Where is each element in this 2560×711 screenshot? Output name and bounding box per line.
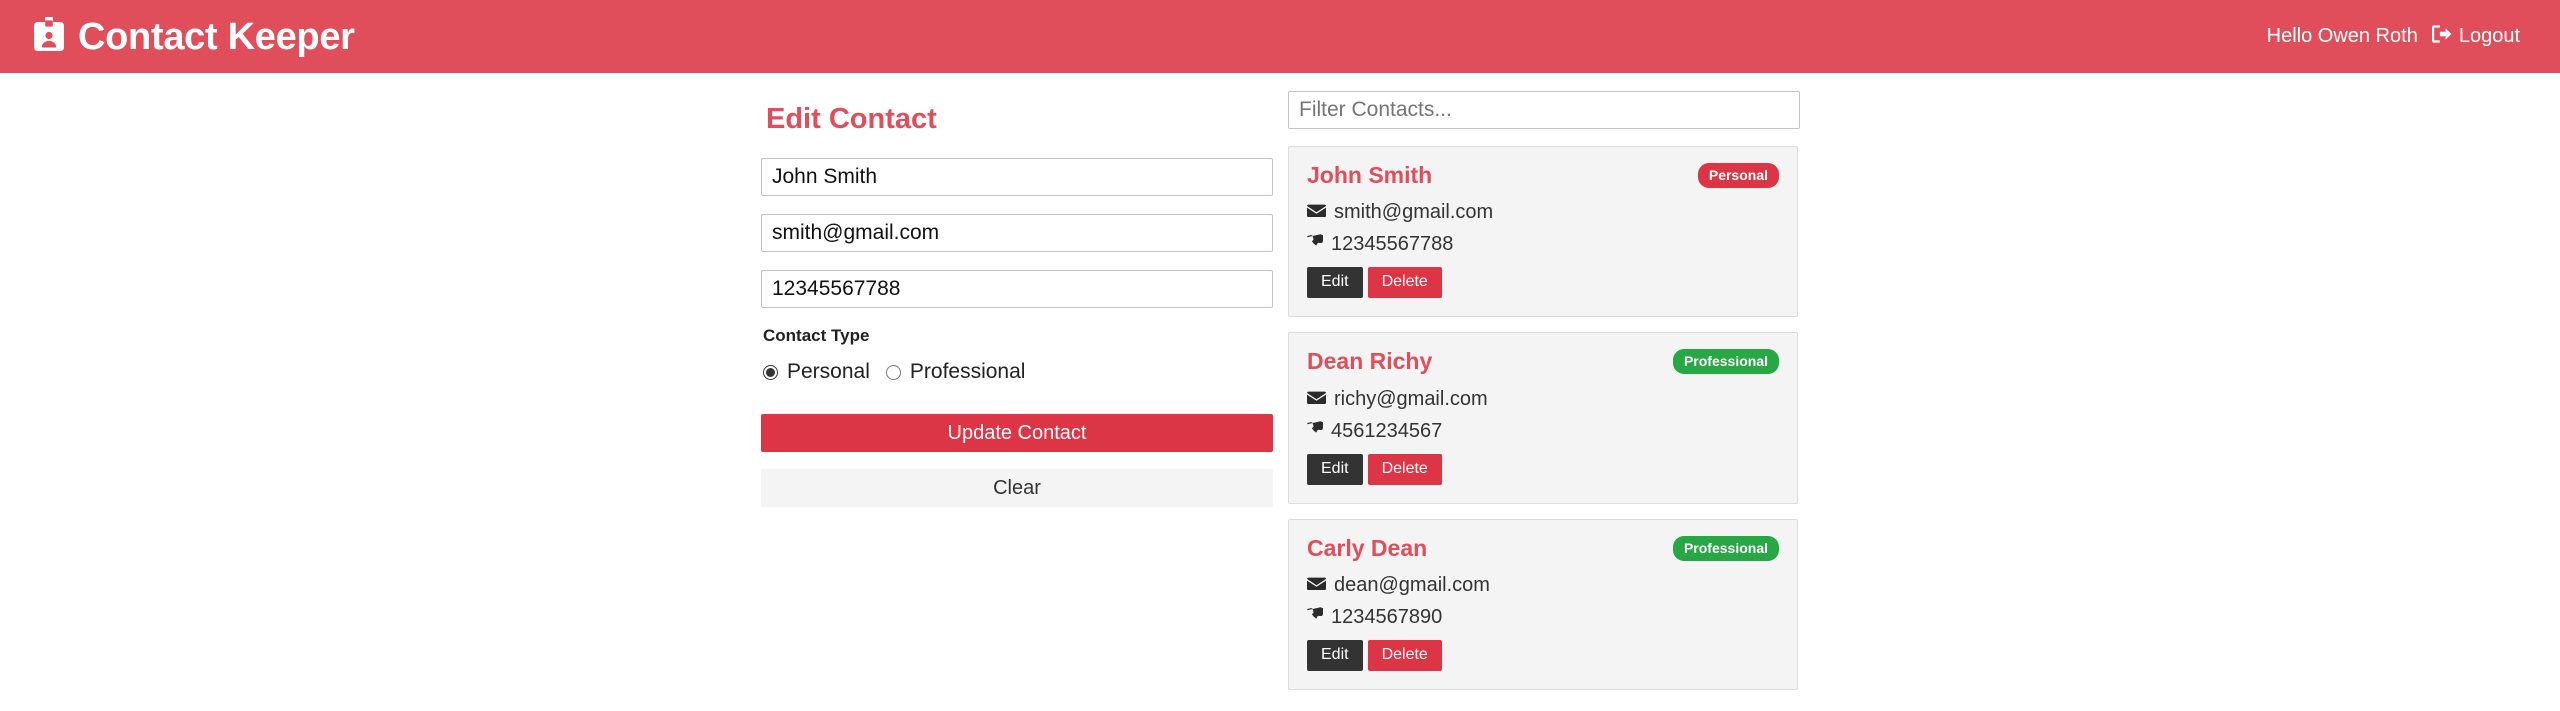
envelope-icon — [1307, 573, 1326, 597]
contact-card-actions: Edit Delete — [1307, 639, 1779, 671]
phone-icon — [1307, 605, 1324, 629]
contact-card: Dean Richy Professional richy@gmail.com 456… — [1288, 332, 1798, 504]
radio-personal-label[interactable]: Personal — [787, 360, 870, 384]
navbar-user-area: Hello Owen Roth Logout — [2266, 24, 2528, 49]
clear-button[interactable]: Clear — [761, 469, 1273, 507]
envelope-icon — [1307, 387, 1326, 411]
radio-personal[interactable] — [763, 364, 778, 380]
logout-label: Logout — [2458, 25, 2520, 47]
contact-card-list: John Smith Personal smith@gmail.com 1234556… — [1288, 146, 1798, 690]
contact-type-badge: Professional — [1672, 349, 1779, 375]
contact-card-header: Dean Richy Professional — [1307, 348, 1779, 375]
contact-phone-row: 12345567788 — [1307, 232, 1779, 256]
contact-card-header: Carly Dean Professional — [1307, 534, 1779, 561]
contact-form-panel: Edit Contact Contact Type Personal Profe… — [761, 91, 1273, 705]
contact-card-header: John Smith Personal — [1307, 162, 1779, 188]
delete-contact-button[interactable]: Delete — [1367, 639, 1442, 671]
email-field[interactable] — [761, 214, 1273, 252]
contact-type-radio-group: Personal Professional — [761, 360, 1273, 384]
envelope-icon — [1307, 200, 1326, 224]
contact-type-badge: Professional — [1672, 535, 1779, 561]
filter-contacts-input[interactable] — [1288, 91, 1800, 129]
page-title: Edit Contact — [766, 103, 937, 135]
main-container: Edit Contact Contact Type Personal Profe… — [0, 73, 2560, 705]
contact-phone: 4561234567 — [1331, 419, 1443, 442]
contact-card-actions: Edit Delete — [1307, 453, 1779, 485]
contact-name: Carly Dean — [1307, 534, 1428, 561]
edit-contact-button[interactable]: Edit — [1307, 453, 1363, 485]
contact-type-badge: Personal — [1697, 163, 1779, 188]
contact-email: richy@gmail.com — [1334, 387, 1488, 410]
contact-card: John Smith Personal smith@gmail.com 1234556… — [1288, 146, 1798, 318]
contact-details: smith@gmail.com 12345567788 — [1307, 200, 1779, 256]
update-contact-button[interactable]: Update Contact — [761, 414, 1273, 452]
radio-professional-label[interactable]: Professional — [910, 360, 1026, 384]
contact-email-row: dean@gmail.com — [1307, 573, 1779, 597]
contact-details: richy@gmail.com 4561234567 — [1307, 387, 1779, 443]
contact-email-row: smith@gmail.com — [1307, 200, 1779, 224]
contact-form: Contact Type Personal Professional Updat… — [761, 158, 1273, 507]
contact-card-actions: Edit Delete — [1307, 267, 1779, 299]
phone-icon — [1307, 419, 1324, 443]
sign-out-icon — [2431, 24, 2452, 49]
contacts-panel: John Smith Personal smith@gmail.com 1234556… — [1288, 91, 1800, 705]
contact-email: dean@gmail.com — [1334, 573, 1490, 596]
contact-card: Carly Dean Professional dean@gmail.com 1234… — [1288, 518, 1798, 690]
contact-phone-row: 4561234567 — [1307, 419, 1779, 443]
contact-type-label: Contact Type — [763, 326, 870, 345]
logout-button[interactable]: Logout — [2431, 24, 2520, 49]
delete-contact-button[interactable]: Delete — [1367, 453, 1442, 485]
greeting-text: Hello Owen Roth — [2266, 25, 2418, 47]
edit-contact-button[interactable]: Edit — [1307, 267, 1363, 299]
contact-name: Dean Richy — [1307, 348, 1433, 375]
contact-email-row: richy@gmail.com — [1307, 387, 1779, 411]
delete-contact-button[interactable]: Delete — [1367, 267, 1442, 299]
contact-name: John Smith — [1307, 162, 1433, 188]
contact-phone: 1234567890 — [1331, 605, 1443, 628]
radio-professional[interactable] — [885, 364, 901, 380]
contact-email: smith@gmail.com — [1334, 201, 1494, 224]
content-grid: Edit Contact Contact Type Personal Profe… — [0, 73, 2560, 705]
contact-phone: 12345567788 — [1331, 233, 1454, 256]
contact-phone-row: 1234567890 — [1307, 605, 1779, 629]
navbar: Contact Keeper Hello Owen Roth Logout — [0, 0, 2560, 73]
id-badge-icon — [34, 17, 64, 56]
edit-contact-button[interactable]: Edit — [1307, 639, 1363, 671]
phone-field[interactable] — [761, 270, 1273, 308]
brand-title: Contact Keeper — [78, 15, 355, 58]
brand[interactable]: Contact Keeper — [34, 17, 355, 56]
contact-details: dean@gmail.com 1234567890 — [1307, 573, 1779, 629]
name-field[interactable] — [761, 158, 1273, 196]
phone-icon — [1307, 232, 1324, 256]
